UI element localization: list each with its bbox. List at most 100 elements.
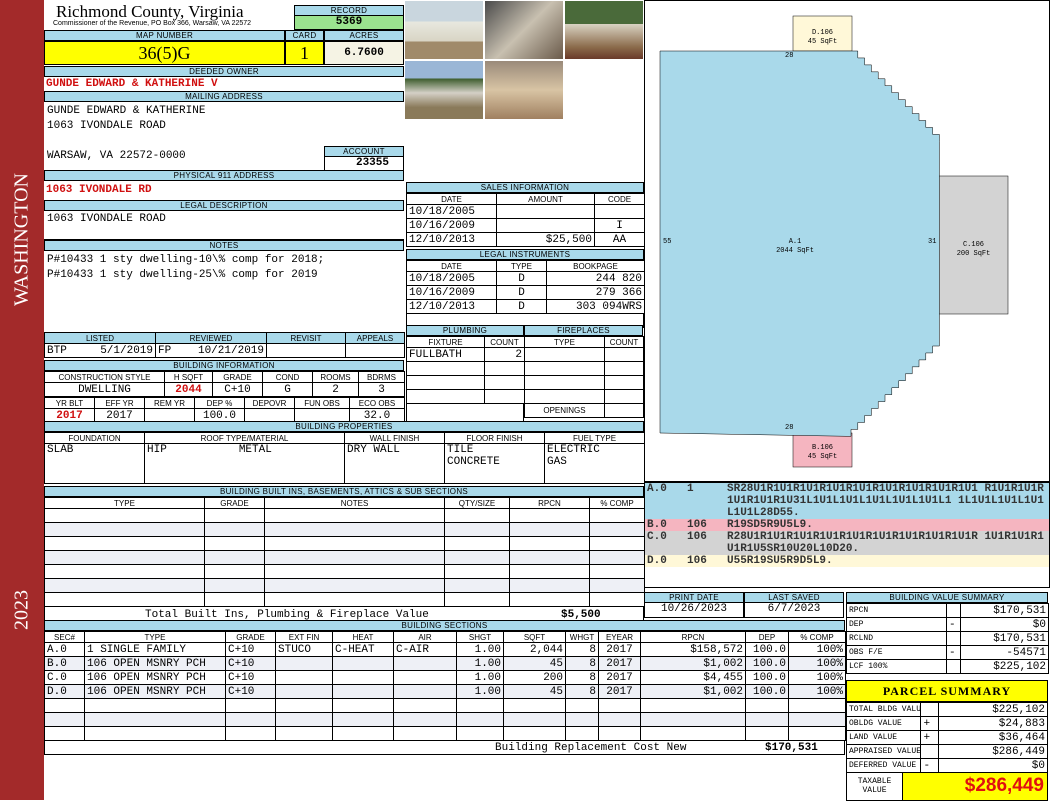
reviewed-header: REVIEWED bbox=[155, 332, 267, 344]
account-label: ACCOUNT bbox=[324, 146, 404, 157]
dimension-label: 28 bbox=[785, 52, 794, 60]
listed-header: LISTED bbox=[44, 332, 156, 344]
table-row: A.0 1 SINGLE FAMILY C+10 STUCO C-HEAT C-AIR 1.… bbox=[44, 642, 846, 657]
legend-row: A.0 1 SR28U1R1U1R1U1R1U1R1U1R1U1R1U1R1U1R1… bbox=[645, 483, 1049, 519]
col-header: DEP % bbox=[194, 397, 245, 409]
table-row: RCLND $170,531 bbox=[846, 631, 1049, 646]
section-a-label: A.1 bbox=[788, 238, 802, 246]
table-row: OBLDG VALUE + $24,883 bbox=[845, 716, 1049, 731]
table-row: FULLBATH 2 bbox=[406, 347, 525, 362]
column-header: NOTES bbox=[264, 497, 445, 509]
column-header: GRADE bbox=[225, 631, 276, 643]
interior-photo[interactable] bbox=[484, 0, 564, 60]
table-cell bbox=[275, 684, 333, 699]
col-header: WALL FINISH bbox=[344, 432, 445, 444]
house-photo[interactable] bbox=[404, 60, 484, 120]
section-c-label: C.106 bbox=[962, 241, 984, 249]
print-date-label: PRINT DATE bbox=[644, 592, 744, 603]
legend-path: R19SD5R9U5L9. bbox=[727, 519, 813, 531]
table-row bbox=[406, 389, 525, 404]
table-cell bbox=[496, 218, 595, 233]
properties-table: FOUNDATION ROOF TYPE/MATERIAL WALL FINISH F… bbox=[44, 432, 645, 484]
empty-row bbox=[44, 522, 645, 537]
section-b-area: 45 SqFt bbox=[807, 453, 838, 461]
table-cell: 244 820 bbox=[546, 271, 645, 286]
table-cell bbox=[332, 656, 394, 671]
table-cell: 100% bbox=[788, 670, 846, 685]
dimension-label: 31 bbox=[928, 238, 937, 246]
column-header: RPCN bbox=[509, 497, 590, 509]
builtins-table: TYPE GRADE NOTES QTY/SIZE RPCN% COMP bbox=[44, 497, 645, 607]
table-cell: C+10 bbox=[225, 684, 276, 699]
table-cell: OBLDG VALUE bbox=[845, 716, 922, 731]
column-header: TYPE bbox=[496, 260, 547, 272]
column-header: SEC# bbox=[44, 631, 85, 643]
table-cell bbox=[484, 375, 525, 390]
table-cell: $158,572 bbox=[640, 642, 746, 657]
table-cell: C+10 bbox=[225, 670, 276, 685]
fuel-type: GAS bbox=[547, 456, 567, 468]
column-header: RPCN bbox=[640, 631, 746, 643]
table-row: DEFERRED VALUE - $0 bbox=[845, 758, 1049, 773]
column-header: GRADE bbox=[204, 497, 265, 509]
house-photo[interactable] bbox=[564, 0, 644, 60]
col-header: TYPE bbox=[524, 336, 605, 348]
table-cell: 10/16/2009 bbox=[406, 285, 497, 300]
table-cell: 1.00 bbox=[456, 656, 504, 671]
table-cell: OBS F/E bbox=[846, 645, 947, 660]
table-cell: D.0 bbox=[44, 684, 85, 699]
fireplaces-label: FIREPLACES bbox=[524, 325, 643, 336]
col-header: ECO OBS bbox=[349, 397, 405, 409]
table-cell bbox=[920, 702, 939, 717]
table-cell: $225,102 bbox=[937, 702, 1049, 717]
table-row: TOTAL BLDG VALUE $225,102 bbox=[845, 702, 1049, 717]
table-cell: 10/18/2005 bbox=[406, 271, 497, 286]
legend-sec: C.0 bbox=[647, 531, 667, 543]
column-header: WHGT bbox=[565, 631, 599, 643]
map-number: 36(5)G bbox=[44, 41, 285, 65]
dimension-label: 55 bbox=[663, 238, 672, 246]
district-sidebar: WASHINGTON 2023 bbox=[0, 0, 44, 800]
col-header: GRADE bbox=[212, 371, 263, 383]
table-cell: D bbox=[496, 299, 547, 314]
interior-photo[interactable] bbox=[484, 60, 564, 120]
col-header: ROOMS bbox=[312, 371, 359, 383]
table-cell: 200 bbox=[503, 670, 566, 685]
col-header: FLOOR FINISH bbox=[444, 432, 545, 444]
section-d-area: 45 SqFt bbox=[807, 38, 838, 46]
building-sketch[interactable]: D.106 45 SqFt C.106 200 SqFt B.106 45 SqFt … bbox=[644, 0, 1050, 482]
legal-description: 1063 IVONDALE ROAD bbox=[44, 211, 404, 240]
table-row bbox=[406, 375, 525, 390]
table-cell bbox=[496, 204, 595, 219]
table-cell: APPRAISED VALUE bbox=[845, 744, 922, 759]
table-cell: 8 bbox=[565, 656, 599, 671]
table-cell: 1 SINGLE FAMILY bbox=[84, 642, 226, 657]
section-b-label: B.106 bbox=[811, 444, 833, 452]
col-header: FUEL TYPE bbox=[544, 432, 645, 444]
physical-address: 1063 IVONDALE RD bbox=[46, 184, 152, 196]
table-cell: 2017 bbox=[598, 684, 641, 699]
table-row: OBS F/E - -54571 bbox=[846, 645, 1049, 660]
physical-address-label: PHYSICAL 911 ADDRESS bbox=[44, 170, 404, 181]
table-cell: 2017 bbox=[598, 670, 641, 685]
openings-label: OPENINGS bbox=[524, 403, 605, 418]
col-header: REM YR bbox=[144, 397, 195, 409]
table-cell: 106 OPEN MSNRY PCH bbox=[84, 670, 226, 685]
empty-row bbox=[44, 550, 645, 565]
account-number: 23355 bbox=[324, 157, 404, 171]
dimension-label: 28 bbox=[785, 424, 794, 432]
table-cell: - bbox=[946, 645, 961, 660]
table-cell bbox=[484, 389, 525, 404]
house-photo[interactable] bbox=[404, 0, 484, 60]
table-cell bbox=[393, 656, 457, 671]
table-cell bbox=[275, 670, 333, 685]
tax-year: 2023 bbox=[10, 590, 33, 630]
office-address: Commissioner of the Revenue, PO Box 366,… bbox=[53, 20, 252, 27]
table-cell: 100.0 bbox=[745, 670, 789, 685]
card-number: 1 bbox=[285, 41, 324, 65]
table-cell bbox=[406, 389, 485, 404]
table-cell: 45 bbox=[503, 656, 566, 671]
appeals-value bbox=[345, 343, 405, 358]
reviewed-date: 10/21/2019 bbox=[197, 344, 264, 357]
revisit-header: REVISIT bbox=[266, 332, 346, 344]
